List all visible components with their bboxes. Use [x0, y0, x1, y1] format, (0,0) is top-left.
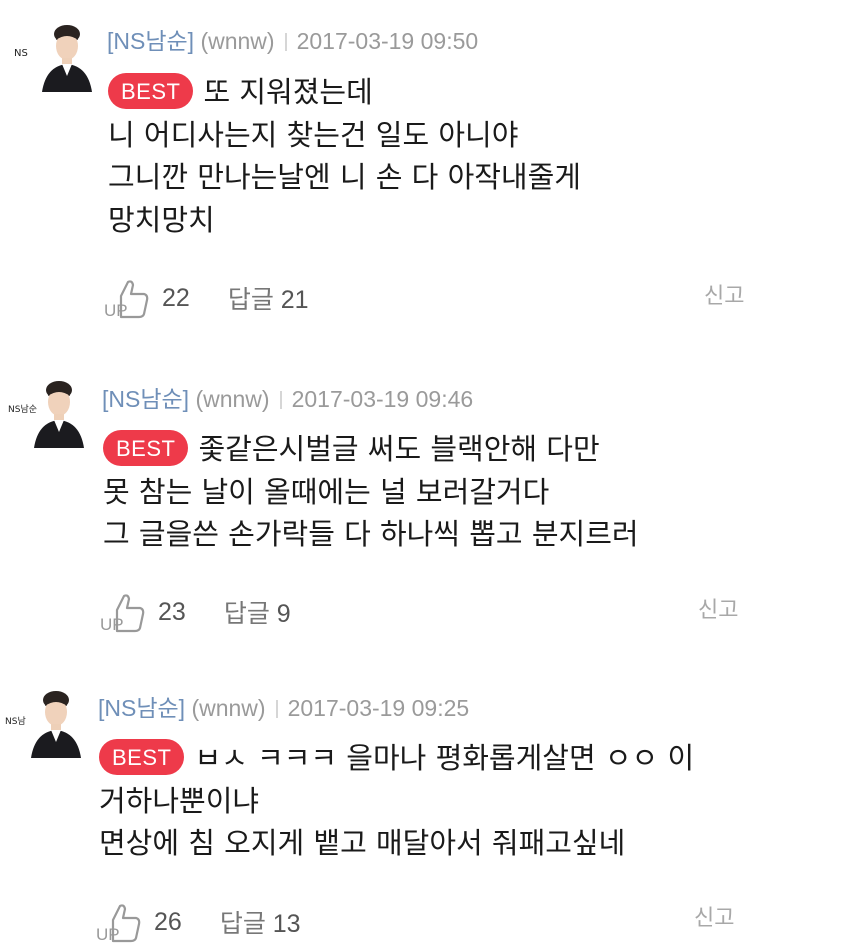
- comment-actions: UP 26 답글 13: [96, 900, 301, 944]
- comment-body: BEST ㅂㅅ ㅋㅋㅋ 을마나 평화롭게살면 ㅇㅇ 이 거하나뿐이냐 면상에 침 …: [99, 737, 694, 865]
- report-button[interactable]: 신고: [704, 278, 744, 310]
- avatar[interactable]: NS: [12, 14, 92, 94]
- comment-line: 망치망치: [108, 202, 215, 237]
- svg-text:UP: UP: [96, 925, 120, 944]
- svg-text:NS: NS: [14, 48, 28, 59]
- timestamp: 2017-03-19 09:25: [287, 695, 470, 721]
- comment-line: 그 글을쓴 손가락들 다 하나씩 뽑고 분지르러: [103, 517, 639, 551]
- reply-count: 13: [272, 910, 301, 938]
- avatar[interactable]: NS남: [4, 682, 84, 762]
- report-button[interactable]: 신고: [694, 900, 734, 932]
- best-badge: BEST: [99, 739, 185, 775]
- comment-line: 니 어디사는지 찾는건 일도 아니야: [108, 117, 519, 152]
- comment-text: ㅂㅅ ㅋㅋㅋ 을마나 평화롭게살면 ㅇㅇ 이: [194, 741, 695, 775]
- reply-button[interactable]: 답글 21: [228, 280, 309, 316]
- comment-text: 좇같은시벌글 써도 블랙안해 다만: [198, 432, 600, 466]
- user-id: (wnnw): [195, 386, 270, 412]
- svg-text:UP: UP: [100, 615, 124, 634]
- avatar-icon: NS남순: [8, 381, 84, 448]
- report-button[interactable]: 신고: [698, 592, 738, 624]
- divider: [284, 33, 287, 51]
- timestamp: 2017-03-19 09:46: [291, 386, 474, 412]
- divider: [279, 391, 282, 409]
- comment-line: 거하나뿐이냐: [99, 783, 260, 818]
- nickname[interactable]: [NS남순]: [107, 28, 194, 54]
- nickname[interactable]: [NS남순]: [98, 695, 185, 721]
- comment-line: BEST 좇같은시벌글 써도 블랙안해 다만: [103, 428, 639, 471]
- like-count: 26: [154, 907, 182, 936]
- reply-button[interactable]: 답글 13: [220, 904, 301, 940]
- comment-meta: [NS남순] (wnnw) 2017-03-19 09:46: [102, 380, 473, 414]
- user-id: (wnnw): [191, 695, 266, 721]
- best-badge: BEST: [103, 430, 189, 466]
- reply-label: 답글: [223, 600, 270, 628]
- thumbs-up-icon[interactable]: UP: [96, 900, 142, 944]
- comment-meta: [NS남순] (wnnw) 2017-03-19 09:25: [98, 689, 469, 723]
- comment-line: BEST ㅂㅅ ㅋㅋㅋ 을마나 평화롭게살면 ㅇㅇ 이: [99, 737, 694, 780]
- comment-text: 또 지워졌는데: [203, 75, 373, 109]
- nickname[interactable]: [NS남순]: [102, 386, 189, 412]
- reply-label: 답글: [227, 286, 274, 314]
- user-id: (wnnw): [200, 28, 275, 54]
- thumbs-up-icon[interactable]: UP: [100, 590, 146, 634]
- divider: [275, 700, 278, 718]
- avatar-icon: NS남: [5, 691, 81, 758]
- avatar[interactable]: NS남순: [7, 372, 87, 452]
- reply-label: 답글: [219, 910, 266, 938]
- svg-text:NS남: NS남: [5, 716, 26, 727]
- timestamp: 2017-03-19 09:50: [296, 28, 479, 54]
- comment-line: 면상에 침 오지게 뱉고 매달아서 줘패고싶네: [99, 826, 626, 860]
- comment-body: BEST 또 지워졌는데 니 어디사는지 찾는건 일도 아니야 그니깐 만나는날엔…: [108, 71, 581, 241]
- like-count: 23: [158, 597, 186, 626]
- reply-count: 9: [276, 600, 291, 628]
- comment-line: 못 참는 날이 올때에는 널 보러갈거다: [103, 474, 550, 509]
- like-count: 22: [162, 283, 190, 312]
- svg-text:UP: UP: [104, 301, 128, 320]
- reply-count: 21: [280, 286, 309, 314]
- comment-line: BEST 또 지워졌는데: [108, 71, 581, 114]
- svg-text:NS남순: NS남순: [8, 404, 37, 415]
- thumbs-up-icon[interactable]: UP: [104, 276, 150, 320]
- comment-line: 그니깐 만나는날엔 니 손 다 아작내줄게: [108, 160, 581, 194]
- comment-body: BEST 좇같은시벌글 써도 블랙안해 다만 못 참는 날이 올때에는 널 보러갈…: [103, 428, 639, 556]
- avatar-icon: NS: [14, 25, 92, 92]
- comment-actions: UP 22 답글 21: [104, 276, 309, 320]
- comment-actions: UP 23 답글 9: [100, 590, 291, 634]
- comment-meta: [NS남순] (wnnw) 2017-03-19 09:50: [107, 22, 478, 56]
- reply-button[interactable]: 답글 9: [224, 594, 291, 630]
- best-badge: BEST: [108, 73, 194, 109]
